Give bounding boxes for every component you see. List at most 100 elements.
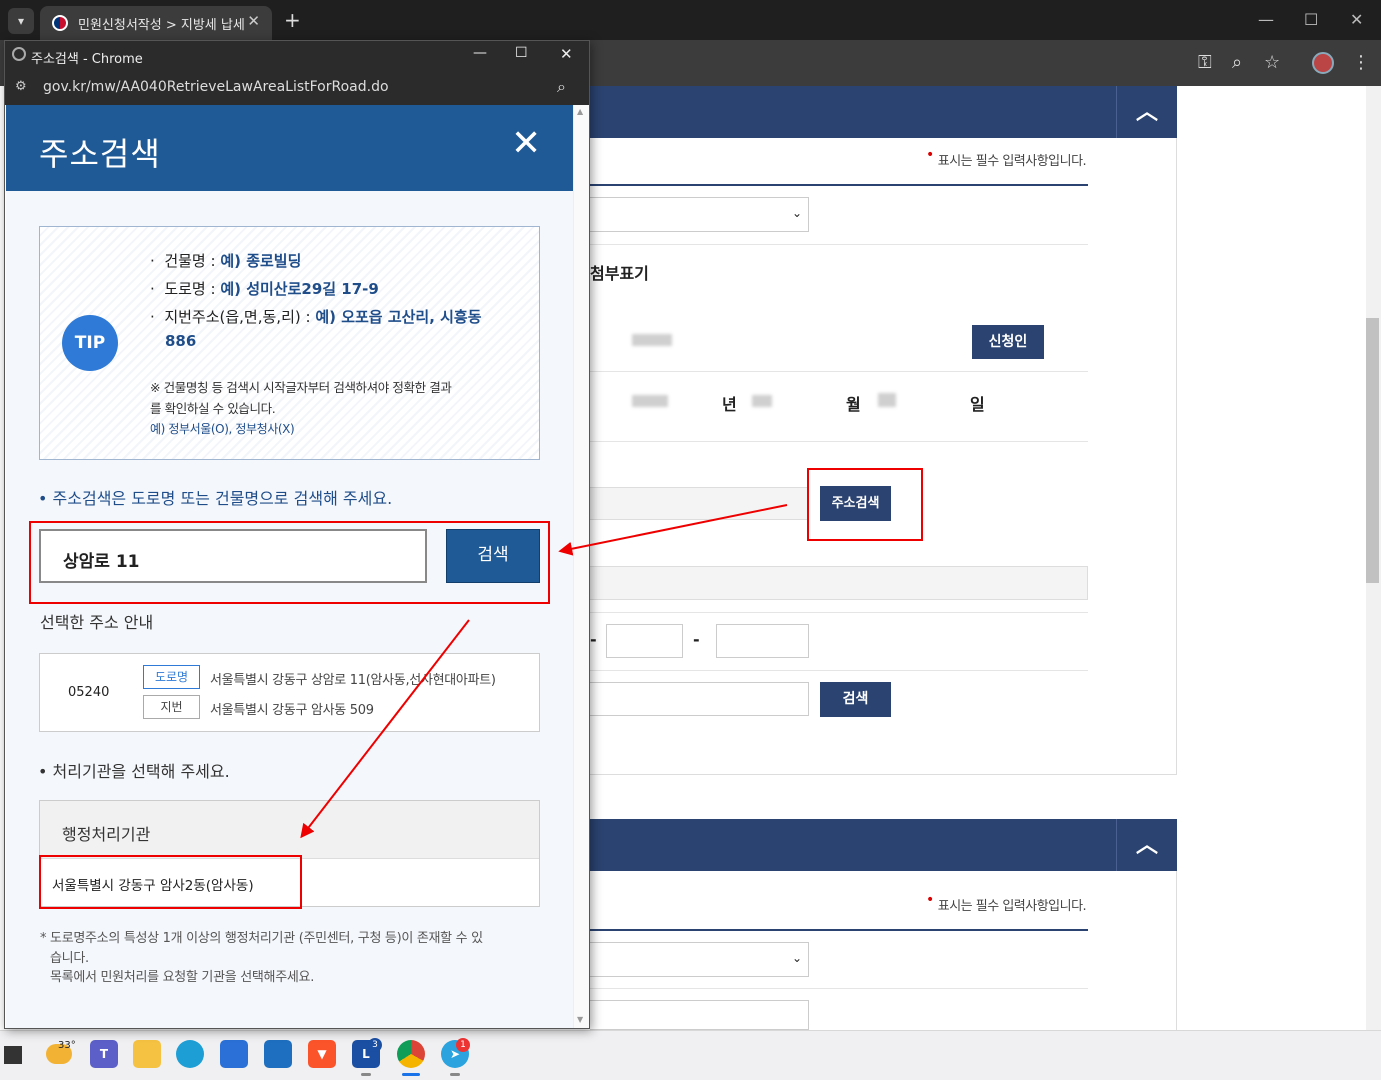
search-guide: • 주소검색은 도로명 또는 건물명으로 검색해 주세요.: [38, 489, 393, 508]
password-key-icon[interactable]: ⚿: [1198, 52, 1212, 73]
popup-address-bar: ⚙ gov.kr/mw/AA040RetrieveLawAreaListForR…: [5, 71, 589, 105]
popup-titlebar: 주소검색 - Chrome — ☐ ✕: [5, 41, 589, 71]
row-divider: [590, 988, 1088, 989]
zipcode: 05240: [68, 685, 110, 700]
day-label: 일: [970, 395, 985, 414]
brave-icon[interactable]: ▼: [308, 1040, 336, 1068]
required-dot-icon: •: [926, 892, 934, 908]
phone-middle-input[interactable]: [606, 624, 683, 658]
required-dot-icon: •: [926, 147, 934, 163]
address-field[interactable]: [590, 487, 809, 520]
phone-dash: -: [590, 630, 597, 649]
row-divider: [590, 441, 1088, 442]
footnote: * 도로명주소의 특성상 1개 이상의 행정처리기관 (주민센터, 구청 등)이…: [40, 931, 483, 946]
teams-icon[interactable]: T: [90, 1040, 118, 1068]
tab-title: 민원신청서작성 > 지방세 납세: [78, 18, 245, 33]
collapse-chevron-icon[interactable]: ︿: [1136, 94, 1158, 126]
road-address: 서울특별시 강동구 상암로 11(암사동,선사현대아파트): [210, 673, 496, 688]
popup-scrollbar[interactable]: ▲ ▼: [573, 105, 589, 1028]
profile-avatar[interactable]: [1312, 52, 1334, 74]
month-label: 월: [846, 395, 861, 414]
chrome-globe-icon: [12, 47, 26, 61]
required-note-text: 표시는 필수 입력사항입니다.: [937, 154, 1087, 169]
tip-example-cont-text: 886: [165, 332, 197, 350]
chevron-down-icon: ⌄: [791, 951, 802, 965]
page-scrollbar-thumb[interactable]: [1366, 318, 1379, 583]
l-app-running-indicator: [361, 1073, 371, 1076]
tip-example: 예) 오포읍 고산리, 시흥동: [315, 308, 482, 326]
site-info-icon[interactable]: ⚙: [15, 79, 27, 94]
bookmark-star-icon[interactable]: ☆: [1264, 52, 1280, 73]
tip-label: 건물명 :: [164, 252, 221, 270]
blurred-year: [632, 395, 668, 407]
popup-search-button[interactable]: 검색: [446, 529, 540, 583]
search-button[interactable]: 검색: [820, 682, 891, 717]
section-header-2: [590, 819, 1177, 871]
header-divider: [1116, 86, 1117, 138]
section-underline: [590, 929, 1088, 931]
tab-list-button[interactable]: ▾: [8, 8, 34, 34]
detail-address-field[interactable]: [590, 566, 1088, 600]
menu-icon[interactable]: ⋮: [1352, 52, 1370, 73]
collapse-chevron-icon[interactable]: ︿: [1136, 827, 1158, 859]
popup-header-title: 주소검색: [39, 135, 161, 173]
address-search-input-value: 상암로 11: [63, 552, 140, 572]
section-underline: [590, 184, 1088, 186]
maximize-icon[interactable]: ☐: [1304, 10, 1318, 29]
popup-minimize-icon[interactable]: —: [473, 45, 487, 61]
popup-header-close-icon[interactable]: ✕: [511, 123, 541, 164]
section-2-input[interactable]: [590, 1000, 809, 1030]
zoom-icon[interactable]: ⌕: [1232, 52, 1242, 73]
scroll-down-icon[interactable]: ▼: [577, 1015, 583, 1024]
edge-icon[interactable]: [176, 1040, 204, 1068]
tip-item: · 도로명 : 예) 성미산로29길 17-9: [150, 280, 379, 298]
address-search-input[interactable]: 상암로 11: [39, 529, 427, 583]
applicant-button[interactable]: 신청인: [972, 325, 1044, 359]
close-tab-icon[interactable]: ✕: [247, 12, 260, 30]
monitor-app-icon[interactable]: [264, 1040, 292, 1068]
jibun-tag: 지번: [143, 695, 200, 719]
tip-note: ※ 건물명칭 등 검색시 시작글자부터 검색하셔야 정확한 결과: [150, 380, 452, 395]
scroll-up-icon[interactable]: ▲: [577, 107, 583, 116]
l-app-badge: 3: [368, 1038, 382, 1052]
footnote: 목록에서 민원처리를 요청할 기관을 선택해주세요.: [50, 970, 315, 985]
annotation-box-agency: [39, 855, 302, 909]
tip-badge: TIP: [62, 315, 118, 371]
phone-last-input[interactable]: [716, 624, 809, 658]
row-divider: [590, 670, 1088, 671]
required-note: • 표시는 필수 입력사항입니다.: [926, 892, 1087, 914]
header-divider: [1116, 819, 1117, 871]
annotation-box-address-search: [807, 468, 923, 541]
tip-label: 도로명 :: [164, 280, 221, 298]
chrome-icon[interactable]: [397, 1040, 425, 1068]
file-explorer-icon[interactable]: [133, 1040, 161, 1068]
popup-url[interactable]: gov.kr/mw/AA040RetrieveLawAreaListForRoa…: [43, 79, 389, 95]
browser-tab[interactable]: 민원신청서작성 > 지방세 납세 ✕: [40, 6, 272, 40]
footnote: 습니다.: [50, 951, 89, 966]
blurred-day-value: [878, 393, 896, 407]
selected-address-title: 선택한 주소 안내: [40, 613, 154, 632]
category-select-2[interactable]: ⌄: [590, 942, 809, 977]
start-icon[interactable]: [4, 1046, 22, 1064]
agency-guide-text: 처리기관을 선택해 주세요.: [52, 762, 230, 781]
store-icon[interactable]: [220, 1040, 248, 1068]
popup-header: 주소검색 ✕: [6, 105, 573, 191]
new-tab-button[interactable]: +: [284, 8, 301, 32]
popup-maximize-icon[interactable]: ☐: [515, 45, 528, 61]
agency-guide: • 처리기관을 선택해 주세요.: [38, 762, 230, 781]
category-select[interactable]: ⌄: [590, 197, 809, 232]
gov-favicon-icon: [52, 15, 68, 31]
search-field[interactable]: [590, 682, 809, 716]
popup-window-title: 주소검색 - Chrome: [31, 52, 143, 67]
search-guide-text: 주소검색은 도로명 또는 건물명으로 검색해 주세요.: [52, 489, 393, 508]
year-label: 년: [722, 395, 737, 414]
popup-zoom-icon[interactable]: ⌕: [557, 77, 566, 97]
row-divider: [590, 612, 1088, 613]
popup-close-icon[interactable]: ✕: [560, 45, 573, 63]
row-divider: [590, 244, 1088, 245]
minimize-icon[interactable]: —: [1258, 10, 1274, 29]
tip-example-continued: 886: [165, 332, 196, 350]
tip-example: 예) 종로빌딩: [220, 252, 302, 270]
close-window-icon[interactable]: ✕: [1350, 10, 1363, 29]
chevron-down-icon: ⌄: [791, 206, 802, 220]
